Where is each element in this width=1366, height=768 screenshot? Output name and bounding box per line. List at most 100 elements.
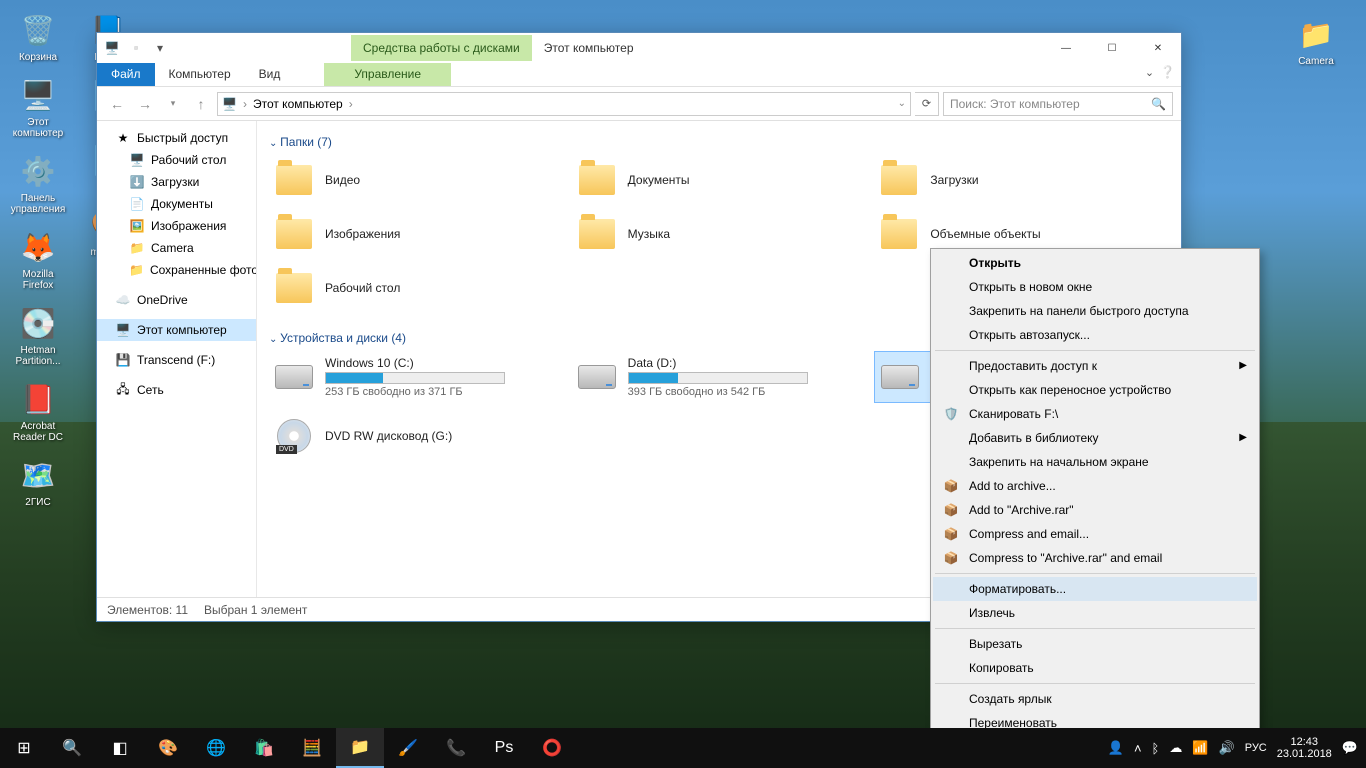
taskbar-explorer-button[interactable]: 📁 [336,728,384,768]
nav-this-pc[interactable]: 🖥️Этот компьютер [97,319,256,341]
star-icon: ★ [115,130,131,146]
tray-clock[interactable]: 12:43 23.01.2018 [1277,736,1332,760]
taskbar-chrome-button[interactable]: ⭕ [528,728,576,768]
context-menu-item[interactable]: Добавить в библиотеку▶ [933,426,1257,450]
drive-icon [881,365,919,389]
context-menu-item[interactable]: 🛡️Сканировать F:\ [933,402,1257,426]
nav-recent-dropdown[interactable]: ▾ [161,92,185,116]
tray-onedrive-icon[interactable]: ☁ [1169,740,1182,756]
taskbar-skype-button[interactable]: 📞 [432,728,480,768]
context-menu-item[interactable]: Форматировать... [933,577,1257,601]
context-menu-item[interactable]: Открыть в новом окне [933,275,1257,299]
address-input[interactable]: 🖥️ › Этот компьютер › ⌄ [217,92,911,116]
taskbar-start-button[interactable]: ⊞ [0,728,48,768]
nav-label: Этот компьютер [137,323,227,337]
titlebar[interactable]: 🖥️ ▫️ ▾ Средства работы с дисками Этот к… [97,33,1181,63]
app-icon: 🗺️ [18,455,58,495]
nav-onedrive[interactable]: ☁️OneDrive [97,289,256,311]
nav-quick-item[interactable]: 📁Сохраненные фото [97,259,256,281]
tray-language[interactable]: РУС [1245,742,1267,754]
taskbar-store-button[interactable]: 🛍️ [240,728,288,768]
folder-label: Загрузки [930,173,978,187]
close-button[interactable]: ✕ [1135,33,1181,63]
tray-volume-icon[interactable]: 🔊 [1219,740,1235,756]
qat-dropdown-icon[interactable]: ▾ [149,37,171,59]
taskbar-taskview-button[interactable]: ◧ [96,728,144,768]
context-menu-item[interactable]: 📦Add to archive... [933,474,1257,498]
nav-back-button[interactable]: ← [105,92,129,116]
taskbar-calculator-button[interactable]: 🧮 [288,728,336,768]
context-menu-item[interactable]: Вырезать [933,632,1257,656]
camera-folder-icon[interactable]: 📁 Camera [1286,12,1346,69]
desktop-icon-2gis[interactable]: 🗺️2ГИС [8,453,68,510]
context-menu-item[interactable]: Открыть [933,251,1257,275]
properties-icon[interactable]: 🖥️ [101,37,123,59]
context-menu-item[interactable]: Открыть как переносное устройство [933,378,1257,402]
desktop-icon-this-pc[interactable]: 🖥️Этот компьютер [8,73,68,141]
help-icon[interactable]: ❔ [1160,65,1175,79]
tray-network-icon[interactable]: 📶 [1192,740,1208,756]
nav-quick-item[interactable]: ⬇️Загрузки [97,171,256,193]
ribbon-tab-computer[interactable]: Компьютер [155,63,245,86]
context-menu-item[interactable]: Открыть автозапуск... [933,323,1257,347]
context-menu-item[interactable]: 📦Add to "Archive.rar" [933,498,1257,522]
app-icon: ⚙️ [18,151,58,191]
taskbar-photoshop-button[interactable]: Ps [480,728,528,768]
desktop-icon-firefox[interactable]: 🦊Mozilla Firefox [8,225,68,293]
context-menu-item[interactable]: Извлечь [933,601,1257,625]
taskbar-paint-button[interactable]: 🖌️ [384,728,432,768]
address-dropdown-icon[interactable]: ⌄ [898,98,906,109]
context-menu-item[interactable]: Создать ярлык [933,687,1257,711]
maximize-button[interactable]: ☐ [1089,33,1135,63]
nav-quick-item[interactable]: 🖥️Рабочий стол [97,149,256,171]
nav-forward-button[interactable]: → [133,92,157,116]
new-folder-icon[interactable]: ▫️ [125,37,147,59]
drive-item[interactable]: Data (D:)393 ГБ свободно из 542 ГБ [572,351,867,403]
desktop-icon-control-panel[interactable]: ⚙️Панель управления [8,149,68,217]
nav-quick-item[interactable]: 📁Camera [97,237,256,259]
search-input[interactable]: Поиск: Этот компьютер 🔍 [943,92,1173,116]
context-menu-item[interactable]: 📦Compress to "Archive.rar" and email [933,546,1257,570]
ribbon-collapse-icon[interactable]: ⌄ [1145,66,1154,79]
tray-people-icon[interactable]: 👤 [1108,740,1124,756]
breadcrumb-root[interactable]: Этот компьютер [253,97,343,111]
folder-item[interactable]: Рабочий стол [269,263,564,313]
tray-up-icon[interactable]: ˄ [1134,741,1142,756]
context-menu-item[interactable]: Закрепить на панели быстрого доступа [933,299,1257,323]
ribbon-tab-file[interactable]: Файл [97,63,155,86]
tray-bluetooth-icon[interactable]: ᛒ [1152,741,1160,756]
ribbon-tab-view[interactable]: Вид [245,63,295,86]
nav-up-button[interactable]: ↑ [189,92,213,116]
tray-notifications-icon[interactable]: 💬 [1342,740,1358,756]
folder-item[interactable]: Видео [269,155,564,205]
nav-quick-access[interactable]: ★Быстрый доступ [97,127,256,149]
nav-network[interactable]: 🖧Сеть [97,379,256,401]
desktop-icon-acrobat[interactable]: 📕Acrobat Reader DC [8,377,68,445]
refresh-button[interactable]: ⟳ [915,92,939,116]
taskbar-palette-button[interactable]: 🎨 [144,728,192,768]
taskbar-edge-button[interactable]: 🌐 [192,728,240,768]
nav-label: OneDrive [137,293,188,307]
folder-item[interactable]: Музыка [572,209,867,259]
folder-item[interactable]: Документы [572,155,867,205]
context-menu-item[interactable]: Копировать [933,656,1257,680]
context-menu-item[interactable]: Предоставить доступ к▶ [933,354,1257,378]
desktop-icon-recycle-bin[interactable]: 🗑️Корзина [8,8,68,65]
nav-transcend[interactable]: 💾Transcend (F:) [97,349,256,371]
context-menu-item[interactable]: 📦Compress and email... [933,522,1257,546]
context-menu-item[interactable]: Закрепить на начальном экране [933,450,1257,474]
taskbar-search-button[interactable]: 🔍 [48,728,96,768]
drive-item[interactable]: Windows 10 (C:)253 ГБ свободно из 371 ГБ [269,351,564,403]
nav-quick-item[interactable]: 🖼️Изображения [97,215,256,237]
item-icon: 🖼️ [129,218,145,234]
ribbon-tab-manage[interactable]: Управление [324,63,451,86]
folders-section-header[interactable]: Папки (7) [269,129,1169,155]
folder-item[interactable]: Загрузки [874,155,1169,205]
nav-quick-item[interactable]: 📄Документы [97,193,256,215]
desktop-icon-hetman[interactable]: 💽Hetman Partition... [8,301,68,369]
folder-label: Рабочий стол [325,281,400,295]
drive-label: Windows 10 (C:) [325,356,560,370]
folder-item[interactable]: Изображения [269,209,564,259]
minimize-button[interactable]: — [1043,33,1089,63]
drive-item[interactable]: DVDDVD RW дисковод (G:) [269,411,564,461]
